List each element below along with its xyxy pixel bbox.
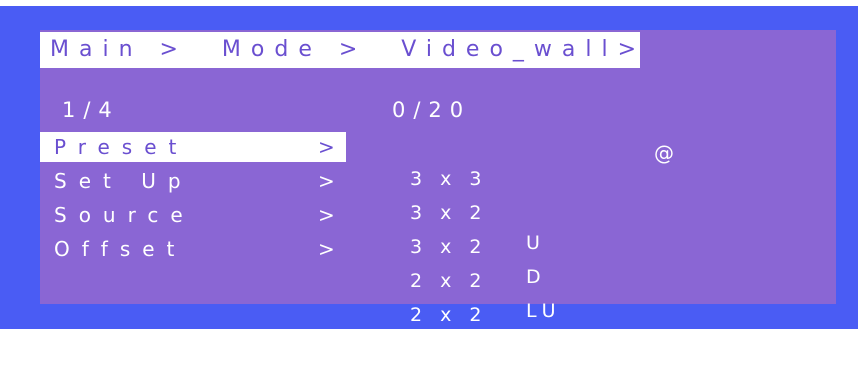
preset-row-2x2-ru[interactable]: 2 x 2 RU: [410, 270, 559, 356]
menu-item-label: Offset: [54, 237, 187, 261]
preset-row-3x2-u[interactable]: 3 x 2 U: [410, 168, 540, 254]
preset-count: 0/20: [392, 98, 472, 122]
chevron-right-icon: >: [318, 237, 335, 261]
preset-tag: RU: [526, 334, 566, 356]
preset-row-2x2-lu[interactable]: 2 x 2 LU: [410, 236, 556, 322]
chevron-right-icon: >: [318, 169, 335, 193]
page-indicator: 1/4: [62, 98, 120, 122]
breadcrumb: Main > Mode > Video_wall>: [50, 37, 647, 62]
preset-row-3x2-d[interactable]: 3 x 2 D: [410, 202, 541, 288]
preset-tag: U: [526, 232, 546, 254]
menu-item-label: Set Up: [54, 169, 193, 193]
menu-item-label: Preset: [54, 135, 189, 159]
menu-item-source[interactable]: Source >: [40, 200, 346, 230]
preset-tag: D: [526, 266, 547, 288]
preset-tag: LU: [526, 300, 562, 322]
preset-row-3x3[interactable]: 3 x 3: [410, 134, 482, 190]
menu-item-setup[interactable]: Set Up >: [40, 166, 346, 196]
preset-size: 2 x 2: [410, 304, 488, 326]
menu-list-panel: [40, 94, 350, 304]
osd-screen: Main > Mode > Video_wall> 1/4 Preset > S…: [0, 0, 858, 356]
menu-item-preset[interactable]: Preset >: [40, 132, 346, 162]
active-preset-marker: @: [654, 141, 674, 165]
menu-item-offset[interactable]: Offset >: [40, 234, 346, 264]
menu-item-label: Source: [54, 203, 195, 227]
chevron-right-icon: >: [318, 203, 335, 227]
chevron-right-icon: >: [318, 135, 335, 159]
